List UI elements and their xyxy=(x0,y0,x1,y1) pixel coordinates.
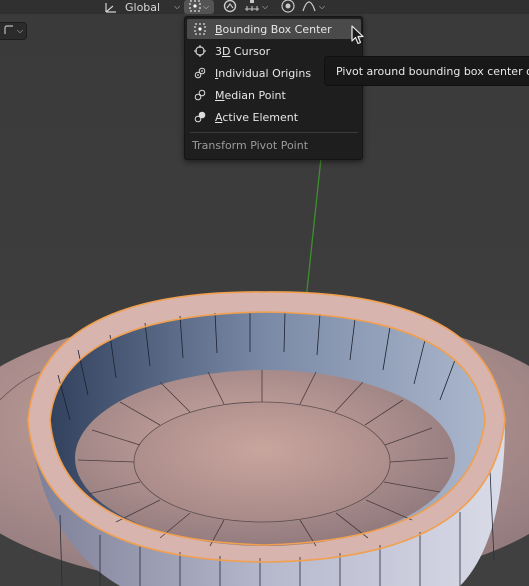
chevron-down-icon: ⌵ xyxy=(202,2,210,11)
inner-disk xyxy=(133,401,391,523)
mouse-cursor-icon xyxy=(351,25,365,48)
chevron-down-icon: ⌵ xyxy=(319,2,326,11)
menu-item-label: Active Element xyxy=(215,110,299,124)
median-point-icon xyxy=(192,87,208,103)
individual-origins-icon xyxy=(192,65,208,81)
chevron-down-icon: ⌵ xyxy=(174,2,181,11)
menu-item-median-point[interactable]: Median Point xyxy=(187,85,361,105)
pivot-point-icon xyxy=(189,0,201,15)
snap-icon xyxy=(222,0,238,16)
menu-item-active-element[interactable]: Active Element xyxy=(187,107,361,127)
pivot-point-menu: Bounding Box Center 3D Cursor Individual… xyxy=(184,16,363,160)
menu-item-label: Median Point xyxy=(215,88,286,102)
editor-type-button[interactable]: ⌵ xyxy=(0,22,27,40)
snap-target-dropdown[interactable]: ⌵ xyxy=(244,0,268,14)
proportional-editing-toggle[interactable] xyxy=(280,0,296,14)
bounding-box-center-icon xyxy=(192,21,208,37)
tooltip-text: Pivot around bounding box center of se xyxy=(336,64,529,78)
pivot-point-button[interactable]: ⌵ xyxy=(184,0,214,14)
menu-item-label: 3D Cursor xyxy=(215,44,271,58)
snap-target-icon xyxy=(244,0,260,16)
transform-orientation-icon xyxy=(104,1,118,13)
proportional-editing-icon xyxy=(280,0,296,16)
chevron-down-icon: ⌵ xyxy=(262,2,269,11)
menu-item-bounding-box-center[interactable]: Bounding Box Center xyxy=(187,19,361,39)
snap-toggle[interactable] xyxy=(222,0,238,14)
falloff-curve-icon xyxy=(302,0,316,16)
tooltip: Pivot around bounding box center of se xyxy=(324,56,529,86)
proportional-falloff-dropdown[interactable]: ⌵ xyxy=(302,0,325,14)
menu-separator xyxy=(190,132,358,133)
active-element-icon xyxy=(192,109,208,125)
viewport-header: Global ⌵ ⌵ ⌵ ⌵ xyxy=(0,0,529,14)
3d-cursor-icon xyxy=(192,43,208,59)
chevron-down-icon: ⌵ xyxy=(16,26,23,35)
menu-item-label: Bounding Box Center xyxy=(215,22,332,36)
orientation-label: Global xyxy=(125,0,161,14)
transform-orientation-dropdown[interactable]: Global ⌵ xyxy=(104,0,180,14)
menu-title: Transform Pivot Point xyxy=(192,139,309,152)
editor-type-icon xyxy=(4,24,14,38)
menu-item-label: Individual Origins xyxy=(215,66,312,80)
